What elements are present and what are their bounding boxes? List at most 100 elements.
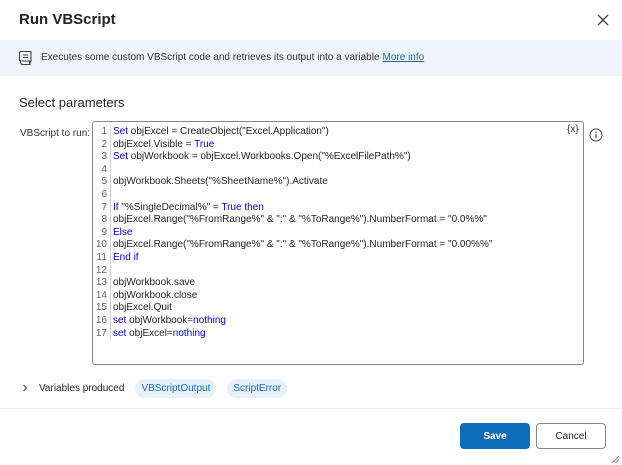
gutter-separator bbox=[110, 239, 111, 252]
variables-produced-row: Variables produced VBScriptOutput Script… bbox=[19, 378, 298, 398]
code-keyword: set bbox=[113, 314, 127, 326]
save-button[interactable]: Save bbox=[460, 423, 530, 449]
info-bar: Executes some custom VBScript code and r… bbox=[0, 40, 622, 76]
gutter-separator bbox=[110, 176, 111, 189]
line-number: 9 bbox=[101, 226, 107, 238]
code-keyword: set bbox=[113, 327, 127, 339]
code-text: End if bbox=[113, 252, 583, 265]
code-token: objExcel.Range("%FromRange%" & ":" & "%T… bbox=[113, 214, 487, 226]
code-line: 8 objExcel.Range("%FromRange%" & ":" & "%… bbox=[93, 214, 583, 227]
line-number: 12 bbox=[95, 264, 107, 276]
info-text: Executes some custom VBScript code and r… bbox=[41, 52, 380, 63]
gutter-separator bbox=[110, 314, 111, 328]
line-number: 2 bbox=[101, 138, 107, 150]
gutter-separator bbox=[110, 226, 111, 240]
line-number: 8 bbox=[101, 214, 107, 226]
gutter-separator bbox=[110, 277, 111, 290]
line-number: 6 bbox=[101, 188, 107, 200]
gutter-separator bbox=[110, 151, 111, 164]
code-line: 17 set objExcel=nothing bbox=[93, 327, 583, 341]
code-text: set objWorkbook=nothing bbox=[113, 315, 583, 328]
code-token: objWorkbook = objExcel.Workbooks.Open("%… bbox=[128, 151, 411, 163]
info-icon[interactable] bbox=[589, 128, 603, 142]
code-text: objWorkbook.close bbox=[113, 290, 583, 303]
line-number: 5 bbox=[101, 176, 107, 188]
line-number: 17 bbox=[95, 327, 107, 339]
gutter-separator bbox=[110, 251, 111, 265]
code-line: 13 objWorkbook.save bbox=[93, 277, 583, 290]
code-keyword: nothing bbox=[193, 314, 226, 326]
code-token: objWorkbook.Sheets("%SheetName%").Activa… bbox=[113, 176, 328, 188]
code-line: 11 End if bbox=[93, 251, 583, 265]
code-text: objExcel.Visible = True bbox=[113, 139, 583, 152]
code-token: "%SingleDecimal%" = bbox=[118, 201, 222, 213]
code-text: objExcel.Quit bbox=[113, 302, 583, 315]
code-line: 9 Else bbox=[93, 226, 583, 240]
code-line: 12 bbox=[93, 264, 583, 278]
variables-produced-label: Variables produced bbox=[39, 382, 125, 394]
code-keyword: Set bbox=[113, 126, 129, 137]
gutter-separator bbox=[110, 201, 111, 215]
variable-pill-scripterror[interactable]: ScriptError bbox=[227, 378, 288, 398]
run-vbscript-dialog: Run VBScript Executes some custom VBScri… bbox=[0, 0, 622, 465]
gutter-separator bbox=[110, 264, 111, 278]
line-number: 7 bbox=[101, 201, 107, 213]
close-button[interactable] bbox=[592, 9, 614, 31]
code-token: objExcel= bbox=[126, 327, 173, 339]
dialog-title: Run VBScript bbox=[19, 11, 116, 28]
more-info-link[interactable]: More info bbox=[383, 52, 425, 63]
code-token: objExcel.Range("%FromRange%" & ":" & "%T… bbox=[113, 239, 493, 251]
code-lines: 1 Set objExcel = CreateObject("Excel.Appl… bbox=[93, 126, 583, 341]
code-line: 1 Set objExcel = CreateObject("Excel.Appl… bbox=[93, 126, 583, 139]
script-icon bbox=[18, 50, 32, 66]
gutter-separator bbox=[110, 302, 111, 315]
code-line: 3 Set objWorkbook = objExcel.Workbooks.Op… bbox=[93, 151, 583, 164]
code-line: 6 bbox=[93, 188, 583, 202]
code-token: objExcel.Quit bbox=[113, 302, 172, 314]
code-text: objWorkbook.Sheets("%SheetName%").Activa… bbox=[113, 176, 583, 189]
line-number: 14 bbox=[95, 289, 107, 301]
footer-divider bbox=[0, 408, 622, 409]
code-text: Set objExcel = CreateObject("Excel.Appli… bbox=[113, 126, 583, 139]
line-number: 11 bbox=[96, 251, 107, 263]
code-keyword: True bbox=[194, 138, 215, 150]
line-number: 15 bbox=[95, 302, 107, 314]
gutter-separator bbox=[110, 126, 111, 139]
insert-variable-button[interactable]: {x} bbox=[567, 124, 579, 135]
code-line: 16 set objWorkbook=nothing bbox=[93, 314, 583, 328]
code-token: objWorkbook.save bbox=[113, 277, 196, 289]
gutter-separator bbox=[110, 289, 111, 303]
code-token: objWorkbook= bbox=[126, 314, 194, 326]
code-text: If "%SingleDecimal%" = True then bbox=[113, 202, 583, 215]
vbscript-code-editor[interactable]: 1 Set objExcel = CreateObject("Excel.Appl… bbox=[92, 121, 584, 365]
line-number: 3 bbox=[101, 151, 107, 163]
code-line: 2 objExcel.Visible = True bbox=[93, 138, 583, 152]
code-text: objExcel.Range("%FromRange%" & ":" & "%T… bbox=[113, 239, 583, 252]
code-text: set objExcel=nothing bbox=[113, 328, 583, 341]
resize-grip-icon[interactable] bbox=[608, 452, 620, 464]
gutter-separator bbox=[110, 188, 111, 202]
cancel-button[interactable]: Cancel bbox=[536, 423, 606, 449]
line-number: 1 bbox=[101, 126, 107, 137]
code-text: Else bbox=[113, 227, 583, 240]
expand-variables-toggle[interactable] bbox=[19, 382, 31, 394]
section-title: Select parameters bbox=[19, 95, 125, 110]
chevron-right-icon bbox=[23, 384, 28, 392]
code-line: 5 objWorkbook.Sheets("%SheetName%").Activ… bbox=[93, 176, 583, 189]
code-keyword: nothing bbox=[172, 327, 206, 339]
code-line: 14 objWorkbook.close bbox=[93, 289, 583, 303]
variable-pill-vbscriptoutput[interactable]: VBScriptOutput bbox=[135, 378, 217, 398]
close-icon bbox=[597, 14, 609, 26]
code-text: Set objWorkbook = objExcel.Workbooks.Ope… bbox=[113, 151, 583, 164]
line-number: 13 bbox=[95, 277, 107, 289]
gutter-separator bbox=[110, 214, 111, 227]
line-number: 16 bbox=[95, 314, 107, 326]
code-line: 4 bbox=[93, 163, 583, 177]
code-token: objExcel.Visible = bbox=[113, 138, 195, 150]
gutter-separator bbox=[110, 138, 111, 152]
code-keyword: End if bbox=[113, 251, 139, 263]
code-text: objExcel.Range("%FromRange%" & ":" & "%T… bbox=[113, 214, 583, 227]
code-keyword: Else bbox=[113, 226, 133, 238]
code-line: 10 objExcel.Range("%FromRange%" & ":" & "… bbox=[93, 239, 583, 252]
